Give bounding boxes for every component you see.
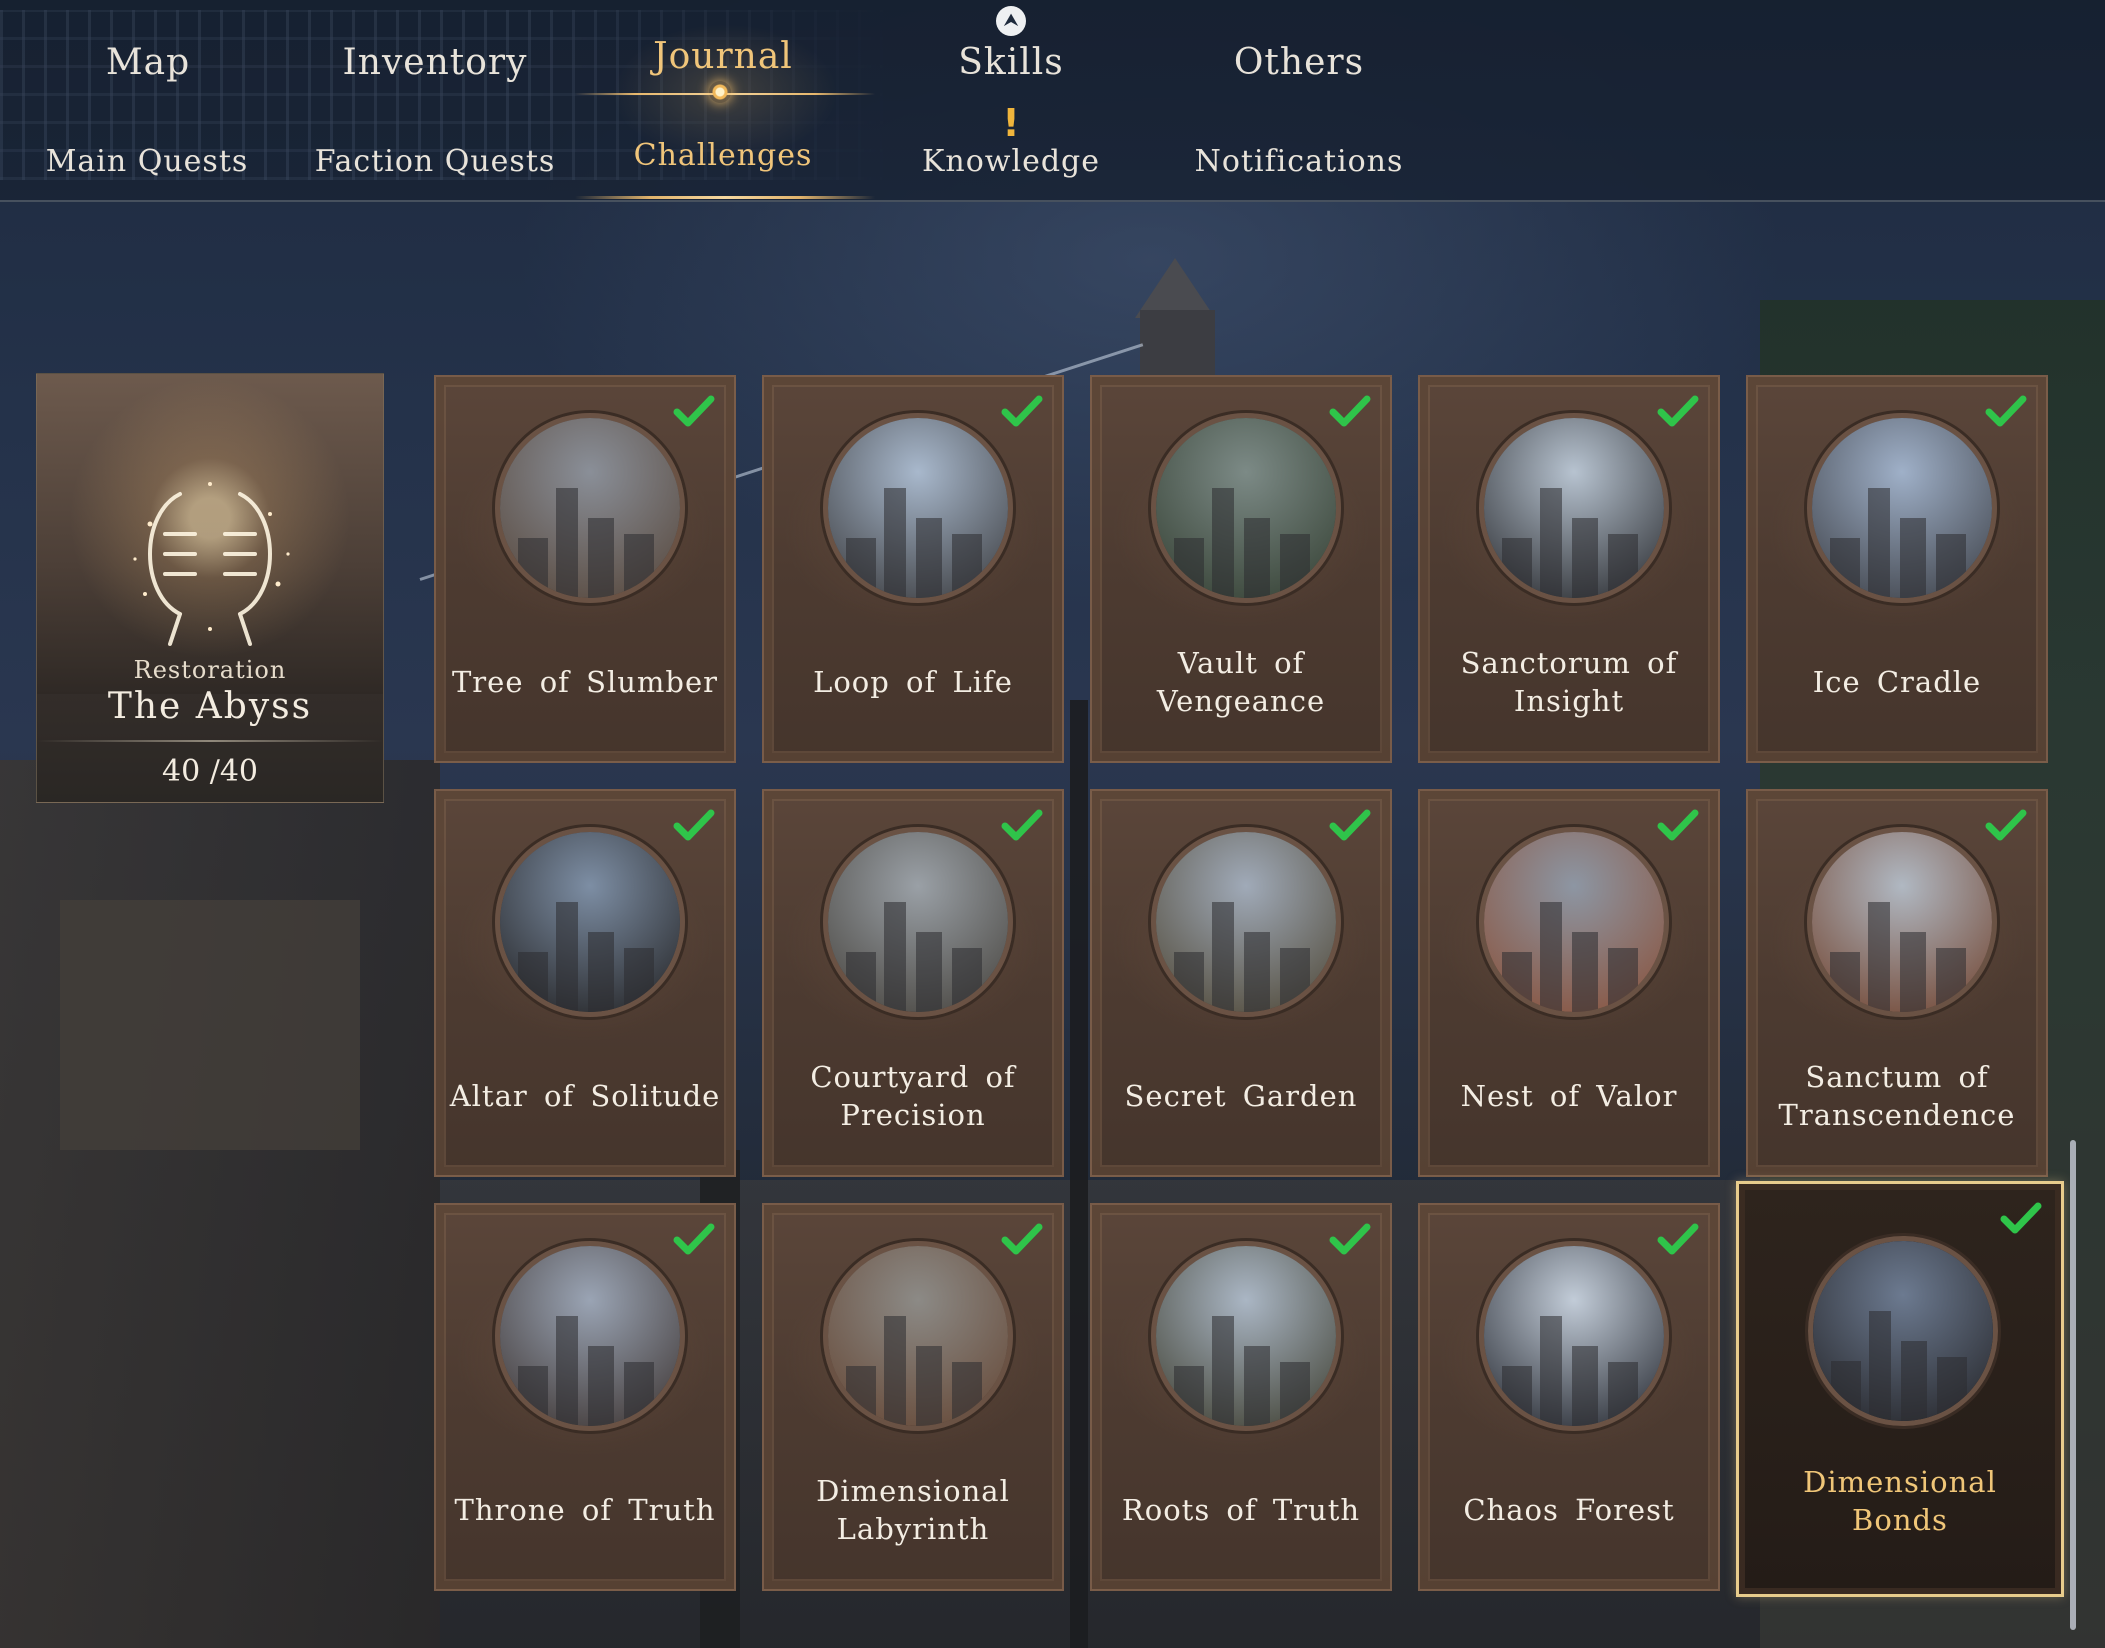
subtab-main-quests[interactable]: Main Quests <box>7 140 287 184</box>
challenge-card[interactable]: Secret Garden <box>1090 789 1392 1177</box>
summary-divider <box>37 740 383 742</box>
challenge-artwork <box>1151 1241 1341 1431</box>
challenge-card[interactable]: Dimensional Bonds <box>1736 1181 2064 1597</box>
challenge-card[interactable]: Sanctum of Transcendence <box>1746 789 2048 1177</box>
completed-check-icon <box>1329 395 1371 427</box>
challenge-name: Dimensional Labyrinth <box>816 1474 1010 1546</box>
background-ruin-left-detail <box>60 900 360 1150</box>
challenge-card[interactable]: Vault of Vengeance <box>1090 375 1392 763</box>
tab-journal[interactable]: Journal <box>593 32 853 82</box>
challenge-artwork <box>1807 413 1997 603</box>
subtab-underline <box>575 196 875 199</box>
challenge-card[interactable]: Courtyard of Precision <box>762 789 1064 1177</box>
challenge-artwork <box>495 1241 685 1431</box>
region-summary-card[interactable]: Restoration The Abyss 40 /40 <box>36 373 384 803</box>
challenge-name: Tree of Slumber <box>451 665 719 699</box>
summary-subtitle: Restoration <box>133 656 287 684</box>
completed-check-icon <box>673 395 715 427</box>
summary-title: The Abyss <box>107 686 313 727</box>
summary-progress: 40 /40 <box>162 754 258 789</box>
challenge-name: Altar of Solitude <box>449 1079 721 1113</box>
background-spire-body <box>1140 310 1215 380</box>
challenge-artwork <box>495 827 685 1017</box>
tab-skills[interactable]: Skills <box>881 38 1141 88</box>
active-tab-dot-icon <box>709 81 731 103</box>
challenge-name: Nest of Valor <box>1460 1079 1678 1113</box>
challenge-artwork <box>1479 1241 1669 1431</box>
challenge-artwork <box>823 413 1013 603</box>
challenge-name: Dimensional Bonds <box>1803 1465 1997 1537</box>
completed-check-icon <box>1329 1223 1371 1255</box>
tab-others[interactable]: Others <box>1169 38 1429 88</box>
challenge-name: Vault of Vengeance <box>1156 646 1326 718</box>
knowledge-alert-icon: ! <box>1002 101 1020 145</box>
background-spire <box>1135 258 1215 318</box>
challenge-artwork <box>1807 827 1997 1017</box>
completed-check-icon <box>1657 809 1699 841</box>
tab-map[interactable]: Map <box>18 38 278 88</box>
challenge-artwork <box>823 1241 1013 1431</box>
scrollbar[interactable] <box>2070 1140 2076 1630</box>
background-pillar <box>1070 700 1088 1648</box>
challenge-name: Throne of Truth <box>454 1493 716 1527</box>
subtab-knowledge[interactable]: Knowledge <box>871 140 1151 184</box>
completed-check-icon <box>1001 395 1043 427</box>
challenge-name: Secret Garden <box>1124 1079 1358 1113</box>
completed-check-icon <box>1657 395 1699 427</box>
completed-check-icon <box>2000 1202 2042 1234</box>
challenge-card[interactable]: Nest of Valor <box>1418 789 1720 1177</box>
tab-inventory[interactable]: Inventory <box>305 38 565 88</box>
challenge-card[interactable]: Throne of Truth <box>434 1203 736 1591</box>
challenge-name: Courtyard of Precision <box>810 1060 1016 1132</box>
challenge-artwork <box>1151 827 1341 1017</box>
challenge-card[interactable]: Tree of Slumber <box>434 375 736 763</box>
completed-check-icon <box>1657 1223 1699 1255</box>
subtab-faction-quests[interactable]: Faction Quests <box>295 140 575 184</box>
completed-check-icon <box>673 1223 715 1255</box>
challenge-name: Sanctorum of Insight <box>1460 646 1678 718</box>
top-navigation: Map Inventory Journal Skills Others ⮝ Ma… <box>0 0 2105 202</box>
challenge-artwork <box>1151 413 1341 603</box>
challenge-card[interactable]: Altar of Solitude <box>434 789 736 1177</box>
game-scene: Map Inventory Journal Skills Others ⮝ Ma… <box>0 0 2105 1648</box>
challenge-artwork <box>1808 1236 1998 1426</box>
subtab-challenges[interactable]: Challenges <box>583 134 863 178</box>
challenge-name: Sanctum of Transcendence <box>1778 1060 2016 1132</box>
completed-check-icon <box>1985 809 2027 841</box>
challenge-card[interactable]: Loop of Life <box>762 375 1064 763</box>
challenge-card[interactable]: Ice Cradle <box>1746 375 2048 763</box>
challenge-name: Ice Cradle <box>1812 665 1982 699</box>
subtab-notifications[interactable]: Notifications <box>1159 140 1439 184</box>
completed-check-icon <box>673 809 715 841</box>
challenge-card[interactable]: Sanctorum of Insight <box>1418 375 1720 763</box>
skills-up-arrow-icon: ⮝ <box>996 6 1026 36</box>
challenge-card[interactable]: Chaos Forest <box>1418 1203 1720 1591</box>
challenge-name: Loop of Life <box>813 665 1013 699</box>
challenge-card[interactable]: Dimensional Labyrinth <box>762 1203 1064 1591</box>
challenge-name: Chaos Forest <box>1463 1493 1675 1527</box>
background-ruin-left <box>0 760 440 1648</box>
challenge-artwork <box>1479 827 1669 1017</box>
challenge-artwork <box>495 413 685 603</box>
challenge-artwork <box>823 827 1013 1017</box>
completed-check-icon <box>1985 395 2027 427</box>
completed-check-icon <box>1001 809 1043 841</box>
restoration-sigil-icon <box>133 482 290 646</box>
challenge-name: Roots of Truth <box>1121 1493 1361 1527</box>
challenge-artwork <box>1479 413 1669 603</box>
completed-check-icon <box>1329 809 1371 841</box>
challenge-card[interactable]: Roots of Truth <box>1090 1203 1392 1591</box>
completed-check-icon <box>1001 1223 1043 1255</box>
